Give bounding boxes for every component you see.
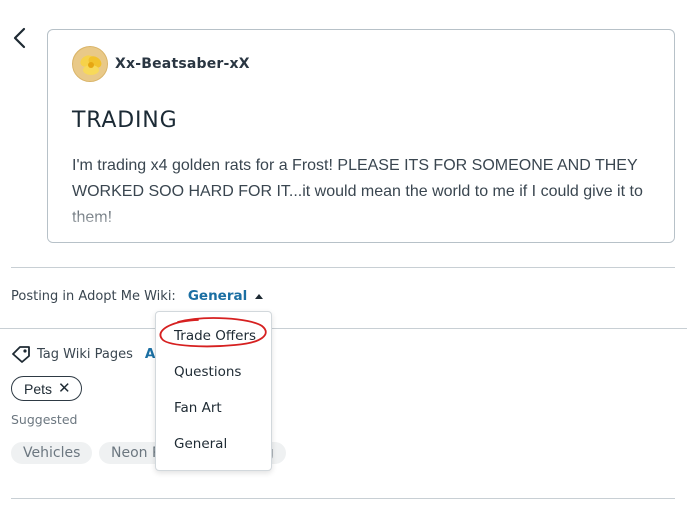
dropdown-item-trade-offers[interactable]: Trade Offers <box>174 328 256 344</box>
back-button[interactable] <box>10 26 30 50</box>
author-name: Xx-Beatsaber-xX <box>115 56 250 72</box>
text-fade-overlay <box>48 202 674 242</box>
tag-wiki-pages-label: Tag Wiki Pages <box>37 346 133 362</box>
category-dropdown-button[interactable]: General <box>187 288 264 304</box>
tag-icon <box>11 345 31 363</box>
remove-tag-icon[interactable]: ✕ <box>58 381 71 396</box>
divider <box>11 498 675 499</box>
post-title: TRADING <box>72 108 178 133</box>
posting-in-row: Posting in Adopt Me Wiki: General <box>11 288 264 304</box>
suggested-tag-chip[interactable]: Vehicles <box>11 442 93 464</box>
post-preview-card: Xx-Beatsaber-xX TRADING I'm trading x4 g… <box>47 29 675 243</box>
tag-wiki-pages-row: Tag Wiki Pages Ad <box>11 345 165 363</box>
category-dropdown-menu: Trade Offers Questions Fan Art General <box>155 311 272 471</box>
post-author: Xx-Beatsaber-xX <box>72 46 250 82</box>
divider <box>0 328 687 329</box>
chevron-left-icon <box>13 27 26 49</box>
posting-in-label: Posting in Adopt Me Wiki: <box>11 288 176 304</box>
tag-chip-label: Pets <box>24 380 53 397</box>
caret-up-icon <box>255 293 264 299</box>
dropdown-item-general[interactable]: General <box>174 436 227 452</box>
suggested-label: Suggested <box>11 412 78 427</box>
selected-tag-chip: Pets ✕ <box>11 376 82 401</box>
divider <box>11 267 675 268</box>
avatar <box>72 46 108 82</box>
category-label: General <box>187 288 248 304</box>
dropdown-item-fan-art[interactable]: Fan Art <box>174 400 222 416</box>
dropdown-item-questions[interactable]: Questions <box>174 364 241 380</box>
